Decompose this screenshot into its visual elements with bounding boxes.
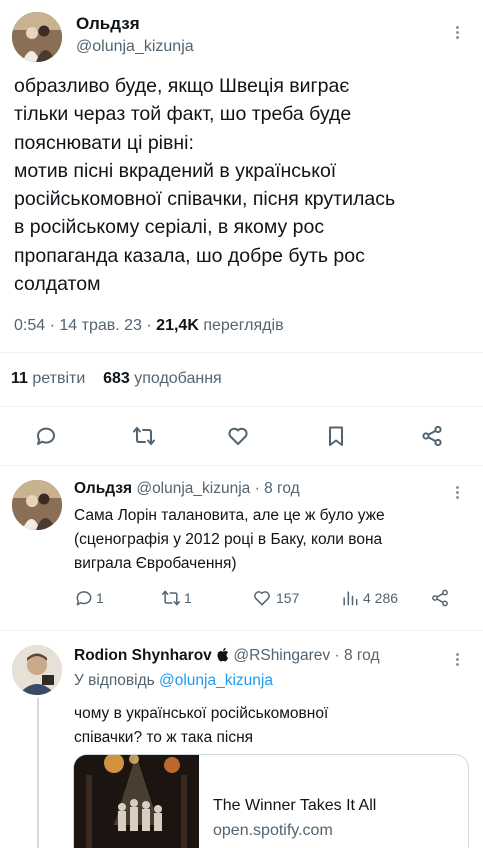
divider (0, 465, 483, 466)
divider (0, 352, 483, 353)
reply-text-line: Сама Лорін талановита, але це ж було уже (74, 507, 385, 524)
reply-age[interactable]: 8 год (344, 647, 380, 664)
reply-age[interactable]: 8 год (264, 480, 300, 497)
reply-author-handle[interactable]: @RShingarev (233, 647, 330, 664)
album-art (74, 755, 199, 848)
share-icon (432, 589, 448, 607)
reply-author-name[interactable]: Rodion Shynharov (74, 647, 212, 664)
avatar-image (12, 480, 62, 530)
tweet-time[interactable]: 0:54 (14, 317, 45, 334)
share-icon (422, 425, 442, 447)
retweet-button[interactable] (128, 420, 160, 452)
tweet-date[interactable]: 14 трав. 23 (59, 317, 142, 334)
retweet-icon (133, 427, 155, 445)
reply-text-line: виграла Євробачення) (74, 555, 237, 572)
views-count: 21,4K (156, 317, 199, 334)
tweet-text-line: мотив пісні вкрадений в української (14, 159, 337, 182)
meta-separator: · (254, 480, 265, 497)
author-handle[interactable]: @olunja_kizunja (76, 38, 194, 56)
tweet-text: образливо буде, якщо Швеція виграє тільк… (14, 72, 474, 298)
reply-text: Сама Лорін талановита, але це ж було уже… (74, 504, 474, 576)
thread-line (37, 698, 39, 848)
bookmark-button[interactable] (320, 420, 352, 452)
meta-separator: · (334, 647, 344, 664)
divider (0, 630, 483, 631)
reply-icon (36, 427, 55, 445)
tweet-meta: 0:54 · 14 трав. 23 · 21,4K переглядів (14, 317, 284, 335)
replying-to-handle[interactable]: @olunja_kizunja (159, 672, 273, 689)
reply-replies-count: 1 (96, 590, 104, 606)
reply-like-button[interactable]: 157 (252, 588, 299, 608)
like-button[interactable] (222, 420, 254, 452)
tweet-text-line: російськомовної співачки, пісня крутилас… (14, 188, 396, 211)
retweet-icon (161, 590, 181, 606)
likes-label[interactable]: уподобання (134, 370, 221, 387)
reply-retweet-button[interactable]: 1 (160, 588, 192, 608)
reply-text: чому в української російськомовної співа… (74, 702, 474, 750)
divider (0, 406, 483, 407)
like-icon (228, 427, 248, 445)
link-card-image (74, 755, 199, 848)
retweets-count[interactable]: 11 (11, 370, 28, 387)
engagement-stats: 11 ретвіти 683 уподобання (11, 370, 222, 388)
reply-author-name[interactable]: Ольдзя (74, 480, 132, 497)
tweet-text-line: тільки черaз той факт, шо треба буде (14, 103, 352, 126)
more-options-icon[interactable] (456, 24, 459, 41)
avatar-image (12, 12, 62, 62)
meta-separator: · (49, 317, 60, 334)
reply-author-handle[interactable]: @olunja_kizunja (136, 480, 250, 497)
replying-to-prefix: У відповідь (74, 672, 155, 689)
meta-separator: · (146, 317, 157, 334)
views-icon (343, 591, 358, 606)
reply-share-button[interactable] (430, 588, 450, 608)
more-options-icon[interactable] (456, 484, 459, 501)
reply-text-line: (сценографія у 2012 році в Баку, коли во… (74, 531, 383, 548)
tweet-text-line: пропаганда казала, шо добре буть рос (14, 244, 365, 267)
replying-to: У відповідь @olunja_kizunja (74, 672, 273, 690)
link-card[interactable]: The Winner Takes It All open.spotify.com (73, 754, 469, 848)
link-card-title: The Winner Takes It All (213, 797, 377, 814)
reply-author-avatar[interactable] (12, 645, 62, 695)
bookmark-icon (329, 426, 343, 446)
reply-text-line: співачки? то ж така пісня (74, 729, 254, 746)
tweet-text-line: пояснювати ці рівні: (14, 131, 194, 154)
reply-views-button[interactable]: 4 286 (340, 588, 398, 608)
like-icon (254, 591, 270, 606)
reply-icon (76, 591, 92, 606)
reply-views-count: 4 286 (363, 590, 399, 606)
apple-icon (217, 647, 229, 662)
link-card-domain: open.spotify.com (213, 822, 333, 839)
tweet-text-line: образливо буде, якщо Швеція виграє (14, 75, 350, 97)
tweet-text-line: в російському серіалі, в якому рос (14, 216, 325, 239)
reply-author-avatar[interactable] (12, 480, 62, 530)
author-avatar[interactable] (12, 12, 62, 62)
avatar-image (12, 645, 62, 695)
reply-button[interactable] (30, 420, 62, 452)
reply-retweets-count: 1 (184, 590, 192, 606)
retweets-label[interactable]: ретвіти (32, 370, 85, 387)
likes-count[interactable]: 683 (103, 370, 130, 387)
reply-text-line: чому в української російськомовної (74, 705, 329, 722)
author-name[interactable]: Ольдзя (76, 14, 140, 34)
share-button[interactable] (416, 420, 448, 452)
reply-reply-button[interactable]: 1 (74, 588, 104, 608)
reply-likes-count: 157 (276, 590, 300, 606)
reply-header: Rodion Shynharov @RShingarev · 8 год (74, 647, 380, 665)
tweet-text-line: солдатом (14, 273, 101, 296)
reply-header: Ольдзя @olunja_kizunja · 8 год (74, 480, 300, 498)
views-label: переглядів (203, 317, 284, 334)
more-options-icon[interactable] (456, 651, 459, 668)
